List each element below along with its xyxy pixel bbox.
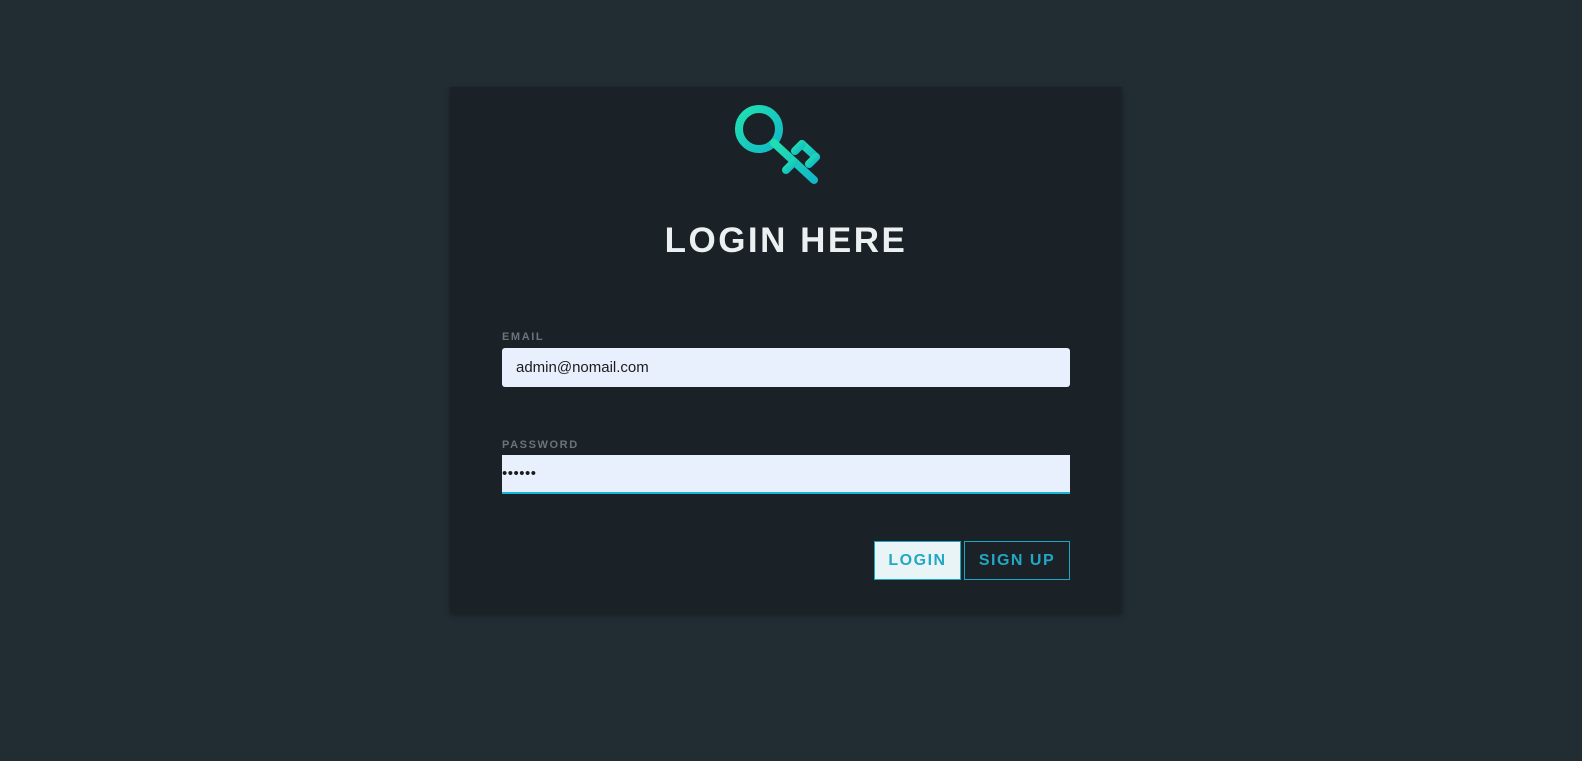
email-field[interactable] — [502, 348, 1070, 387]
login-card: LOGIN HERE EMAIL PASSWORD LOGIN SIGN UP — [450, 87, 1122, 613]
key-icon — [732, 95, 836, 191]
login-button[interactable]: LOGIN — [874, 541, 961, 580]
sign-up-button[interactable]: SIGN UP — [964, 541, 1070, 580]
password-label: PASSWORD — [502, 439, 579, 451]
password-field[interactable] — [502, 455, 1070, 494]
page-title: LOGIN HERE — [664, 221, 908, 260]
email-label: EMAIL — [502, 331, 545, 343]
